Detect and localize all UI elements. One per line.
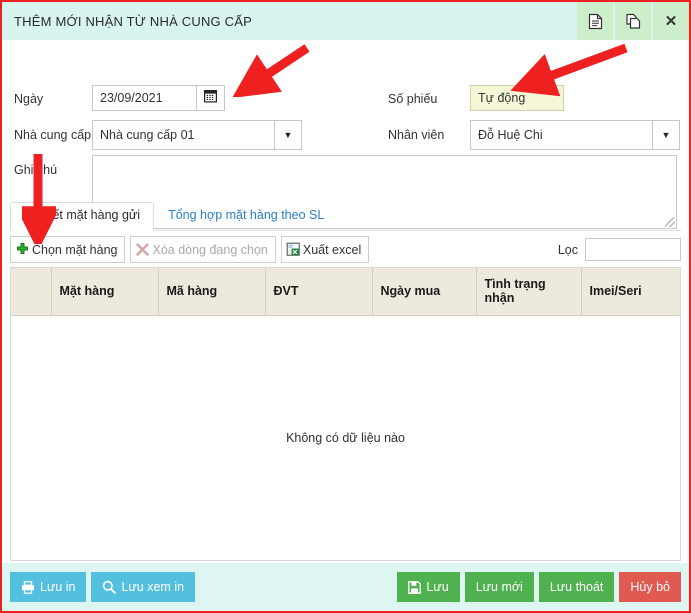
save-new-label: Lưu mới xyxy=(475,580,523,594)
dialog-window: THÊM MỚI NHẬN TỪ NHÀ CUNG CẤP ✕ Ngày 23/… xyxy=(0,0,691,613)
copy-icon xyxy=(625,13,641,30)
footer-toolbar: Lưu in Lưu xem in Lưu Lưu mới Lưu thoát … xyxy=(2,563,689,611)
column-header-select[interactable] xyxy=(11,268,52,316)
supplier-select[interactable]: Nhà cung cấp 01 xyxy=(92,120,275,150)
date-picker-button[interactable] xyxy=(197,85,225,111)
document-icon xyxy=(588,13,603,30)
table-header-row: Mặt hàng Mã hàng ĐVT Ngày mua Tình trạng… xyxy=(11,268,680,316)
tab-chi-tiet-mat-hang-gui[interactable]: Chi tiết mặt hàng gửi xyxy=(10,202,155,231)
printer-icon xyxy=(21,580,35,594)
column-header-imei-seri[interactable]: Imei/Seri xyxy=(581,268,680,316)
window-titlebar: THÊM MỚI NHẬN TỪ NHÀ CUNG CẤP ✕ xyxy=(2,2,689,40)
export-excel-label: Xuất excel xyxy=(302,242,362,257)
export-excel-button[interactable]: Xuất excel xyxy=(280,236,370,263)
choose-item-label: Chọn mặt hàng xyxy=(32,242,118,257)
save-preview-button[interactable]: Lưu xem in xyxy=(91,572,196,602)
empty-state-message: Không có dữ liệu nào xyxy=(286,431,405,445)
items-table: Mặt hàng Mã hàng ĐVT Ngày mua Tình trạng… xyxy=(11,268,680,316)
save-button[interactable]: Lưu xyxy=(397,572,460,602)
save-label: Lưu xyxy=(426,580,449,594)
search-icon xyxy=(102,580,117,594)
tab-tong-hop-mat-hang-theo-sl[interactable]: Tổng hợp mặt hàng theo SL xyxy=(154,202,338,231)
chevron-down-icon: ▼ xyxy=(661,130,671,140)
column-header-tinh-trang-nhan[interactable]: Tình trạng nhận xyxy=(476,268,582,316)
filter-group: Lọc xyxy=(558,238,681,261)
excel-icon xyxy=(286,242,301,257)
save-exit-label: Lưu thoát xyxy=(549,580,604,594)
employee-label: Nhân viên xyxy=(388,128,445,142)
delete-row-button[interactable]: Xóa dòng đang chọn xyxy=(130,236,276,263)
plus-icon xyxy=(15,242,30,257)
column-header-dvt[interactable]: ĐVT xyxy=(265,268,373,316)
employee-select[interactable]: Đỗ Huệ Chi xyxy=(470,120,653,150)
voucher-no-label: Số phiếu xyxy=(388,92,438,106)
supplier-dropdown-button[interactable]: ▼ xyxy=(275,120,302,150)
filter-input[interactable] xyxy=(585,238,681,261)
document-button[interactable] xyxy=(575,2,613,40)
save-new-button[interactable]: Lưu mới xyxy=(464,572,534,602)
save-print-button[interactable]: Lưu in xyxy=(10,572,87,602)
window-buttons: ✕ xyxy=(575,2,689,40)
save-icon xyxy=(408,580,422,594)
delete-row-label: Xóa dòng đang chọn xyxy=(152,242,268,257)
grid-toolbar: Chọn mặt hàng Xóa dòng đang chọn Xuất ex… xyxy=(10,235,681,264)
employee-dropdown-button[interactable]: ▼ xyxy=(653,120,680,150)
x-red-icon xyxy=(135,242,150,257)
save-print-label: Lưu in xyxy=(40,580,76,594)
cancel-label: Hủy bỏ xyxy=(630,580,670,594)
note-label: Ghi chú xyxy=(14,163,58,177)
save-exit-button[interactable]: Lưu thoát xyxy=(538,572,615,602)
tab-strip: Chi tiết mặt hàng gửi Tổng hợp mặt hàng … xyxy=(10,200,681,231)
date-input[interactable]: 23/09/2021 xyxy=(92,85,197,111)
page-title: THÊM MỚI NHẬN TỪ NHÀ CUNG CẤP xyxy=(14,13,252,29)
choose-item-button[interactable]: Chọn mặt hàng xyxy=(10,236,126,263)
column-header-ma-hang[interactable]: Mã hàng xyxy=(158,268,266,316)
column-header-ngay-mua[interactable]: Ngày mua xyxy=(372,268,477,316)
date-label: Ngày xyxy=(14,92,44,106)
chevron-down-icon: ▼ xyxy=(283,130,293,140)
close-icon: ✕ xyxy=(664,13,678,30)
supplier-label: Nhà cung cấp xyxy=(14,128,92,142)
items-grid: Mặt hàng Mã hàng ĐVT Ngày mua Tình trạng… xyxy=(10,267,681,561)
save-preview-label: Lưu xem in xyxy=(121,580,185,594)
copy-button[interactable] xyxy=(613,2,651,40)
close-button[interactable]: ✕ xyxy=(651,2,689,40)
voucher-no-input[interactable]: Tự động xyxy=(470,85,564,111)
form-area: Ngày 23/09/2021 Nhà cung cấp Nhà cung cấ… xyxy=(2,40,689,229)
column-header-mat-hang[interactable]: Mặt hàng xyxy=(51,268,159,316)
calendar-icon xyxy=(204,89,218,108)
cancel-button[interactable]: Hủy bỏ xyxy=(619,572,681,602)
filter-label: Lọc xyxy=(557,242,578,257)
